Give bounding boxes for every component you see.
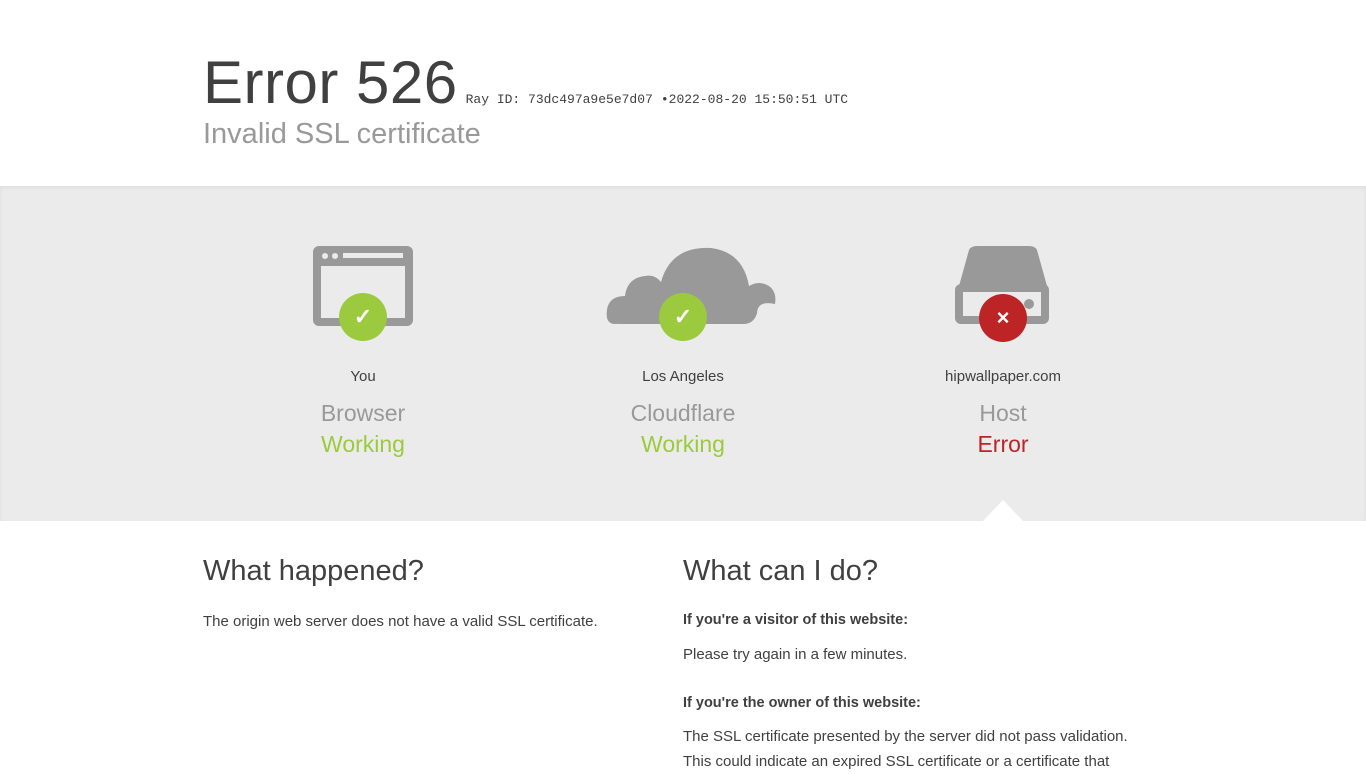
cloud-icon: ✓ — [563, 242, 803, 352]
error-subtitle: Invalid SSL certificate — [203, 118, 481, 150]
what-can-i-do-heading: What can I do? — [683, 555, 879, 587]
node-status: Error — [977, 431, 1029, 457]
timestamp: 2022-08-20 15:50:51 UTC — [668, 92, 849, 107]
error-pointer — [983, 500, 1023, 521]
node-status: Working — [321, 431, 405, 457]
owner-text-1: The SSL certificate presented by the ser… — [683, 728, 1128, 745]
node-location: hipwallpaper.com — [945, 368, 1061, 385]
check-icon: ✓ — [339, 293, 387, 341]
status-band: ✓ You Browser Working ✓ Los Angeles Clou… — [0, 186, 1366, 521]
title-row: Error 526 Ray ID: 73dc497a9e5e7d07 •2022-0… — [203, 48, 848, 117]
node-role: Cloudflare — [630, 400, 736, 426]
node-role: Browser — [320, 400, 406, 426]
node-status: Working — [641, 431, 725, 457]
ray-id: Ray ID: 73dc497a9e5e7d07 — [465, 92, 653, 107]
page-header: Error 526 Ray ID: 73dc497a9e5e7d07 •2022-0… — [0, 0, 1366, 186]
info-section: What happened? The origin web server doe… — [0, 521, 1366, 770]
owner-label: If you're the owner of this website: — [683, 695, 921, 711]
error-title: Error 526 — [203, 49, 458, 116]
check-icon: ✓ — [659, 293, 707, 341]
error-icon: × — [979, 294, 1027, 342]
node-location: Los Angeles — [642, 368, 724, 385]
visitor-text: Please try again in a few minutes. — [683, 646, 908, 663]
what-happened-text: The origin web server does not have a va… — [203, 613, 598, 630]
visitor-label: If you're a visitor of this website: — [683, 612, 909, 628]
owner-text-2: This could indicate an expired SSL certi… — [683, 753, 1110, 770]
ray-separator: • — [660, 92, 669, 107]
node-role: Host — [979, 400, 1027, 426]
what-happened-heading: What happened? — [203, 555, 424, 587]
browser-icon: ✓ — [243, 242, 483, 352]
server-icon: × — [883, 242, 1123, 352]
node-location: You — [350, 368, 376, 385]
